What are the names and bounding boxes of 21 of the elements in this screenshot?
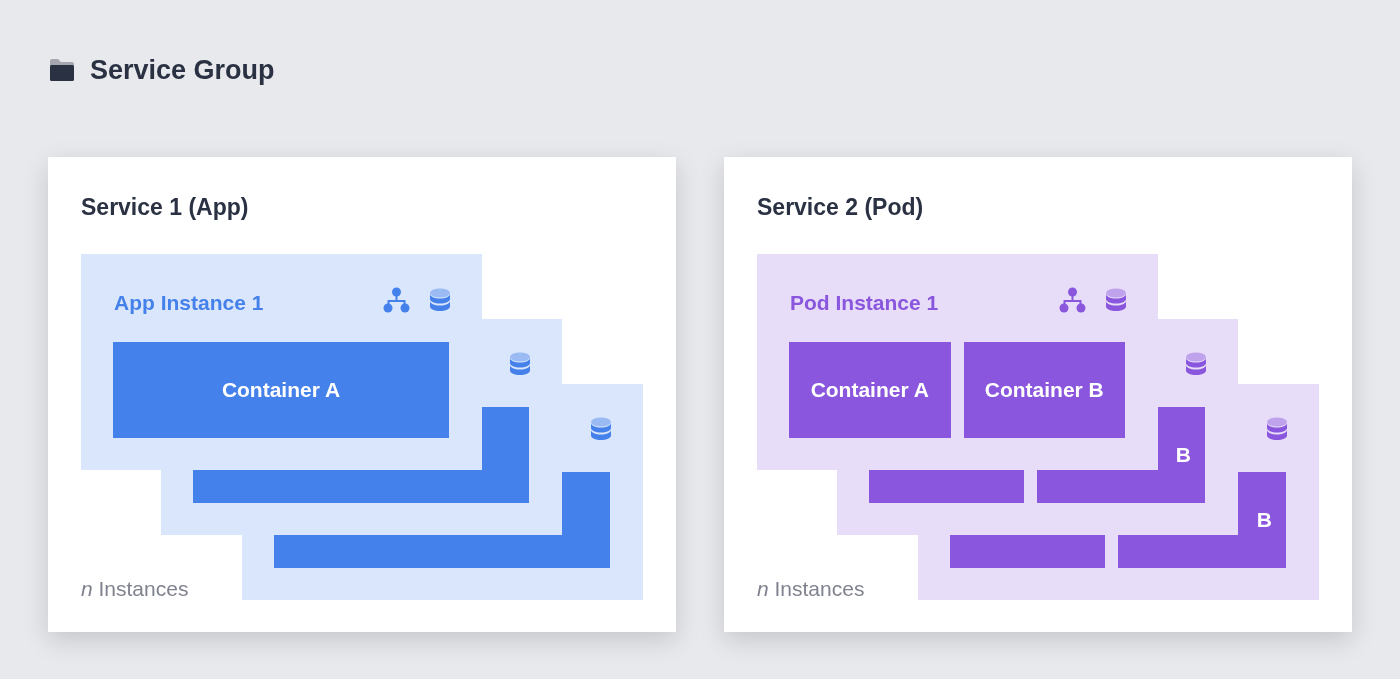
folder-icon [50,59,74,82]
database-icon [429,287,451,312]
page-title: Service Group [90,54,275,87]
database-icon [590,416,612,441]
instances-caption: n Instances [81,575,189,602]
container-label: Container B [984,376,1104,403]
database-icon [509,351,531,376]
instance-title: Pod Instance 1 [790,289,939,316]
service-title: Service 2 (Pod) [757,192,924,222]
container-label: B [1256,506,1272,533]
instance-title: App Instance 1 [114,289,264,316]
container-label: Container A [810,376,929,403]
database-icon [1105,287,1127,312]
container-label: B [1175,441,1191,468]
container-label: Container A [221,376,341,403]
hierarchy-icon [383,286,410,313]
database-icon [1266,416,1288,441]
instances-caption: n Instances [757,575,865,602]
service-title: Service 1 (App) [81,192,249,222]
hierarchy-icon [1059,286,1086,313]
database-icon [1185,351,1207,376]
